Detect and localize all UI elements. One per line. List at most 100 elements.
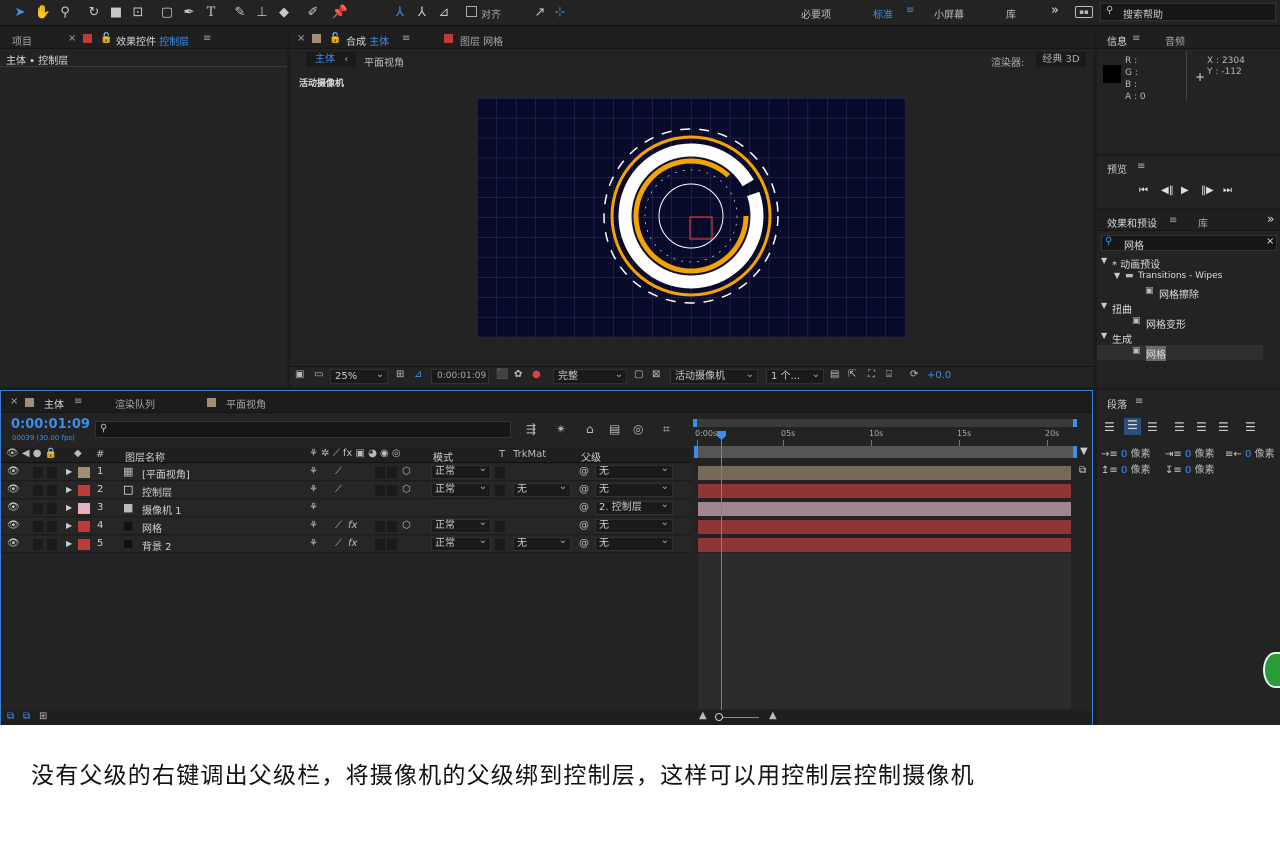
lock-icon[interactable]: 🔓 — [329, 33, 341, 44]
time-ruler[interactable]: 0:00s 05s 10s 15s 20s — [693, 429, 1077, 446]
pick-whip-icon[interactable]: @ — [579, 502, 589, 513]
layer-switches-toggle-icon[interactable]: ⧉ — [7, 711, 14, 722]
space-after-field[interactable]: ↧≡ 0 像素 — [1165, 461, 1225, 476]
tab-effect-controls[interactable]: 效果控件 控制层 — [116, 33, 189, 48]
fx-switch-icon[interactable]: fx — [348, 520, 357, 531]
layer-duration-bar[interactable] — [698, 538, 1071, 552]
tab-audio[interactable]: 音频 — [1165, 33, 1185, 48]
timeline-icon[interactable]: ⛶ — [868, 369, 875, 380]
blend-mode-dropdown[interactable]: 正常 — [431, 463, 491, 479]
tab-composition[interactable]: 合成 主体 — [346, 33, 389, 48]
tab-timeline-main[interactable]: 主体 — [44, 396, 64, 411]
indent-left-field[interactable]: →≡ 0 像素 — [1101, 445, 1161, 460]
3d-layer-icon[interactable]: ⬡ — [402, 466, 411, 477]
justify-right-icon[interactable]: ☰ — [1218, 420, 1229, 434]
close-icon[interactable]: × — [10, 396, 18, 407]
layer-duration-bar[interactable] — [698, 466, 1071, 480]
help-search-input[interactable]: ⚲ 搜索帮助 — [1100, 3, 1276, 21]
switch-box[interactable] — [375, 539, 385, 550]
quality-switch-icon[interactable]: ⟋ — [335, 538, 342, 549]
close-icon[interactable]: × — [297, 33, 305, 44]
layer-row[interactable]: 👁 ▶ 1 ▦ [平面视角] ⚘ ⟋ ⬡ 正常 @ 无 — [1, 463, 691, 481]
time-navigator[interactable] — [693, 419, 1077, 427]
pan-behind-tool-icon[interactable]: ⊡ — [128, 3, 148, 23]
expand-arrow-icon[interactable]: ▼ — [1101, 256, 1107, 265]
effects-tree-item[interactable]: ▣ 网格变形 — [1097, 315, 1263, 331]
eraser-tool-icon[interactable]: ◆ — [274, 3, 294, 23]
switch-box[interactable] — [375, 521, 385, 532]
label-color-swatch[interactable] — [78, 503, 90, 514]
solo-box[interactable] — [33, 467, 43, 478]
subtab-main[interactable]: 主体 ‹ — [306, 52, 356, 67]
panel-menu-icon[interactable]: ≡ — [1169, 215, 1177, 226]
view-axis-icon[interactable]: ⊿ — [434, 3, 454, 23]
space-before-field[interactable]: ↥≡ 0 像素 — [1101, 461, 1161, 476]
layer-duration-bar[interactable] — [698, 484, 1071, 498]
selection-tool-icon[interactable]: ➤ — [10, 3, 30, 23]
transparency-grid-icon[interactable]: ⊠ — [652, 369, 660, 380]
layer-row[interactable]: 👁 ▶ 3 ■ 摄像机 1 ⚘ @2. 控制层 — [1, 499, 691, 517]
layer-name[interactable]: 背景 2 — [142, 538, 172, 553]
toggle-pixel-aspect-icon[interactable]: ▤ — [830, 369, 839, 380]
effects-tree-item[interactable]: ▣ 网格擦除 — [1097, 285, 1263, 301]
comp-marker-bin-icon[interactable]: ▼ — [1080, 446, 1088, 457]
switch-box[interactable] — [387, 539, 397, 550]
space-after-value[interactable]: 0 — [1185, 465, 1191, 476]
safe-zones-icon[interactable]: ⊞ — [396, 369, 404, 380]
pick-whip-icon[interactable]: @ — [579, 538, 589, 549]
pick-whip-icon[interactable]: @ — [579, 520, 589, 531]
world-axis-icon[interactable]: ⅄ — [412, 3, 432, 23]
mask-visibility-icon[interactable]: ⊿ — [414, 369, 422, 380]
label-color-swatch[interactable] — [78, 539, 90, 550]
switch-box[interactable] — [375, 485, 385, 496]
parent-dropdown[interactable]: 无 — [595, 481, 673, 497]
always-preview-icon[interactable]: ▣ — [295, 369, 304, 380]
3d-layer-icon[interactable]: ⬡ — [402, 520, 411, 531]
motion-blur-icon[interactable]: ◎ — [633, 422, 643, 436]
layer-name[interactable]: 网格 — [142, 520, 162, 535]
rotate-tool-icon[interactable]: ↻ — [84, 3, 104, 23]
tab-library[interactable]: 库 — [1198, 215, 1208, 230]
expand-arrow-icon[interactable]: ▶ — [66, 503, 72, 512]
snapshot-icon[interactable]: ⬛ — [496, 369, 508, 380]
camera-tool-icon[interactable]: ■ — [106, 3, 126, 23]
views-dropdown[interactable]: 1 个... ⌄ — [766, 369, 824, 384]
pick-whip-icon[interactable]: @ — [579, 484, 589, 495]
solo-box[interactable] — [33, 485, 43, 496]
shy-switch-icon[interactable]: ⚘ — [309, 538, 318, 549]
pick-whip-icon[interactable]: @ — [579, 466, 589, 477]
close-icon[interactable]: × — [68, 33, 76, 44]
3d-layer-icon[interactable]: ⬡ — [402, 484, 411, 495]
workspace-libraries[interactable]: 库 — [1006, 6, 1016, 21]
effects-tree-item[interactable]: ▼ ▬ Transitions - Wipes — [1097, 270, 1263, 285]
renderer-button[interactable]: 经典 3D — [1036, 52, 1086, 67]
zoom-slider-thumb[interactable] — [715, 713, 723, 721]
quality-switch-icon[interactable]: ⟋ — [335, 520, 342, 531]
composition-viewer[interactable] — [477, 98, 905, 337]
tab-render-queue[interactable]: 渲染队列 — [115, 396, 155, 411]
eye-icon[interactable]: 👁 — [7, 466, 20, 477]
justify-center-icon[interactable]: ☰ — [1196, 420, 1207, 434]
exposure-value[interactable]: +0.0 — [927, 370, 951, 381]
rectangle-tool-icon[interactable]: ▢ — [157, 3, 177, 23]
parent-dropdown[interactable]: 无 — [595, 463, 673, 479]
last-frame-icon[interactable]: ⏭ — [1223, 185, 1232, 196]
eye-icon[interactable]: 👁 — [7, 538, 20, 549]
label-color-swatch[interactable] — [78, 521, 90, 532]
preserve-transparency-box[interactable] — [495, 521, 505, 532]
more-tabs-icon[interactable]: » — [1267, 212, 1274, 226]
switch-box[interactable] — [375, 467, 385, 478]
region-of-interest-icon[interactable]: ▢ — [634, 369, 643, 380]
switch-box[interactable] — [387, 521, 397, 532]
roto-brush-tool-icon[interactable]: ✐ — [303, 3, 323, 23]
switch-box[interactable] — [387, 485, 397, 496]
navigator-start-handle[interactable] — [693, 419, 697, 427]
next-frame-icon[interactable]: ‖▶ — [1201, 185, 1214, 196]
tab-flat-view[interactable]: 平面视角 — [226, 396, 266, 411]
snap-edge-icon[interactable]: ↗ — [530, 3, 550, 23]
indent-left-value[interactable]: 0 — [1121, 449, 1127, 460]
indent-first-value[interactable]: 0 — [1185, 449, 1191, 460]
show-snapshot-icon[interactable]: ✿ — [514, 369, 522, 380]
tab-info[interactable]: 信息 — [1107, 33, 1127, 48]
panel-menu-icon[interactable]: ≡ — [74, 396, 82, 407]
